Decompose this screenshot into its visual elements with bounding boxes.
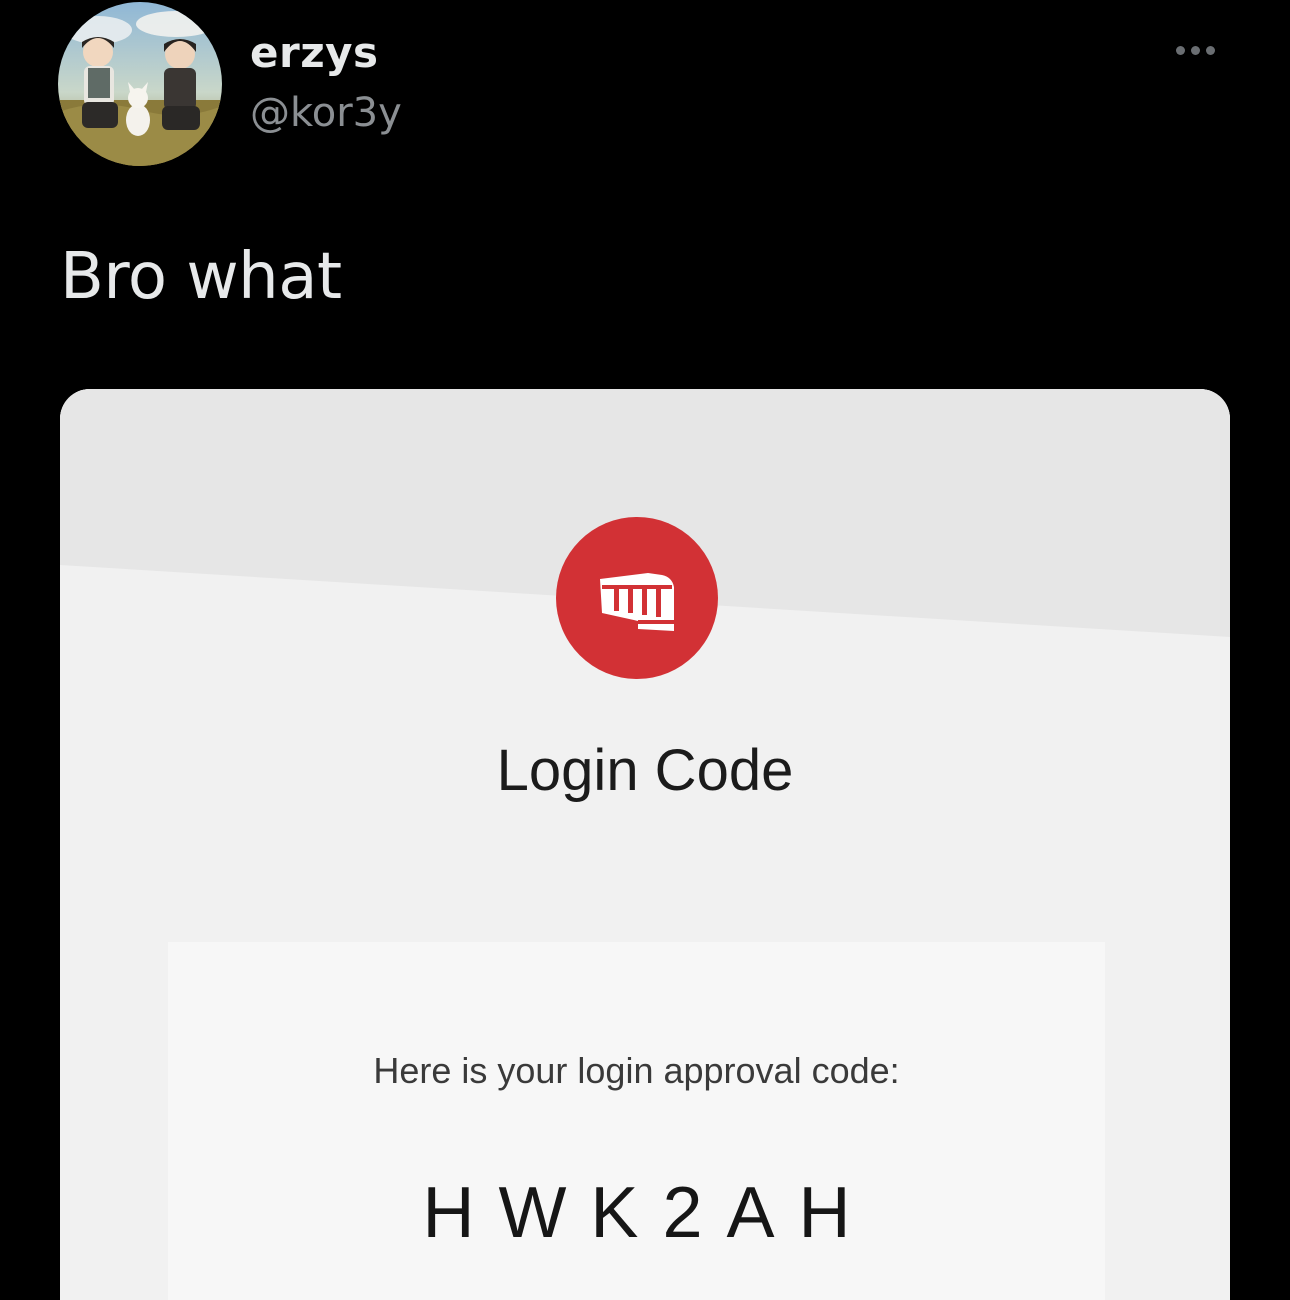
login-code: HWK2AH xyxy=(422,1173,875,1253)
avatar-image xyxy=(58,2,222,166)
tweet-screenshot: erzys @kor3y Bro what Login Code Here is… xyxy=(0,0,1290,1300)
display-name[interactable]: erzys xyxy=(250,28,379,77)
more-dot xyxy=(1206,45,1215,55)
email-body-panel: Here is your login approval code: HWK2AH xyxy=(168,942,1105,1300)
avatar[interactable] xyxy=(58,2,222,166)
riot-games-fist-icon xyxy=(556,517,718,679)
user-handle[interactable]: @kor3y xyxy=(250,90,402,136)
code-prompt: Here is your login approval code: xyxy=(373,1050,900,1091)
more-options-icon[interactable] xyxy=(1176,38,1226,62)
email-title: Login Code xyxy=(496,738,794,803)
more-dot xyxy=(1176,45,1185,55)
tweet-text: Bro what xyxy=(60,240,342,314)
tweet-media-image[interactable]: Login Code Here is your login approval c… xyxy=(60,389,1230,1300)
more-dot xyxy=(1191,45,1200,55)
